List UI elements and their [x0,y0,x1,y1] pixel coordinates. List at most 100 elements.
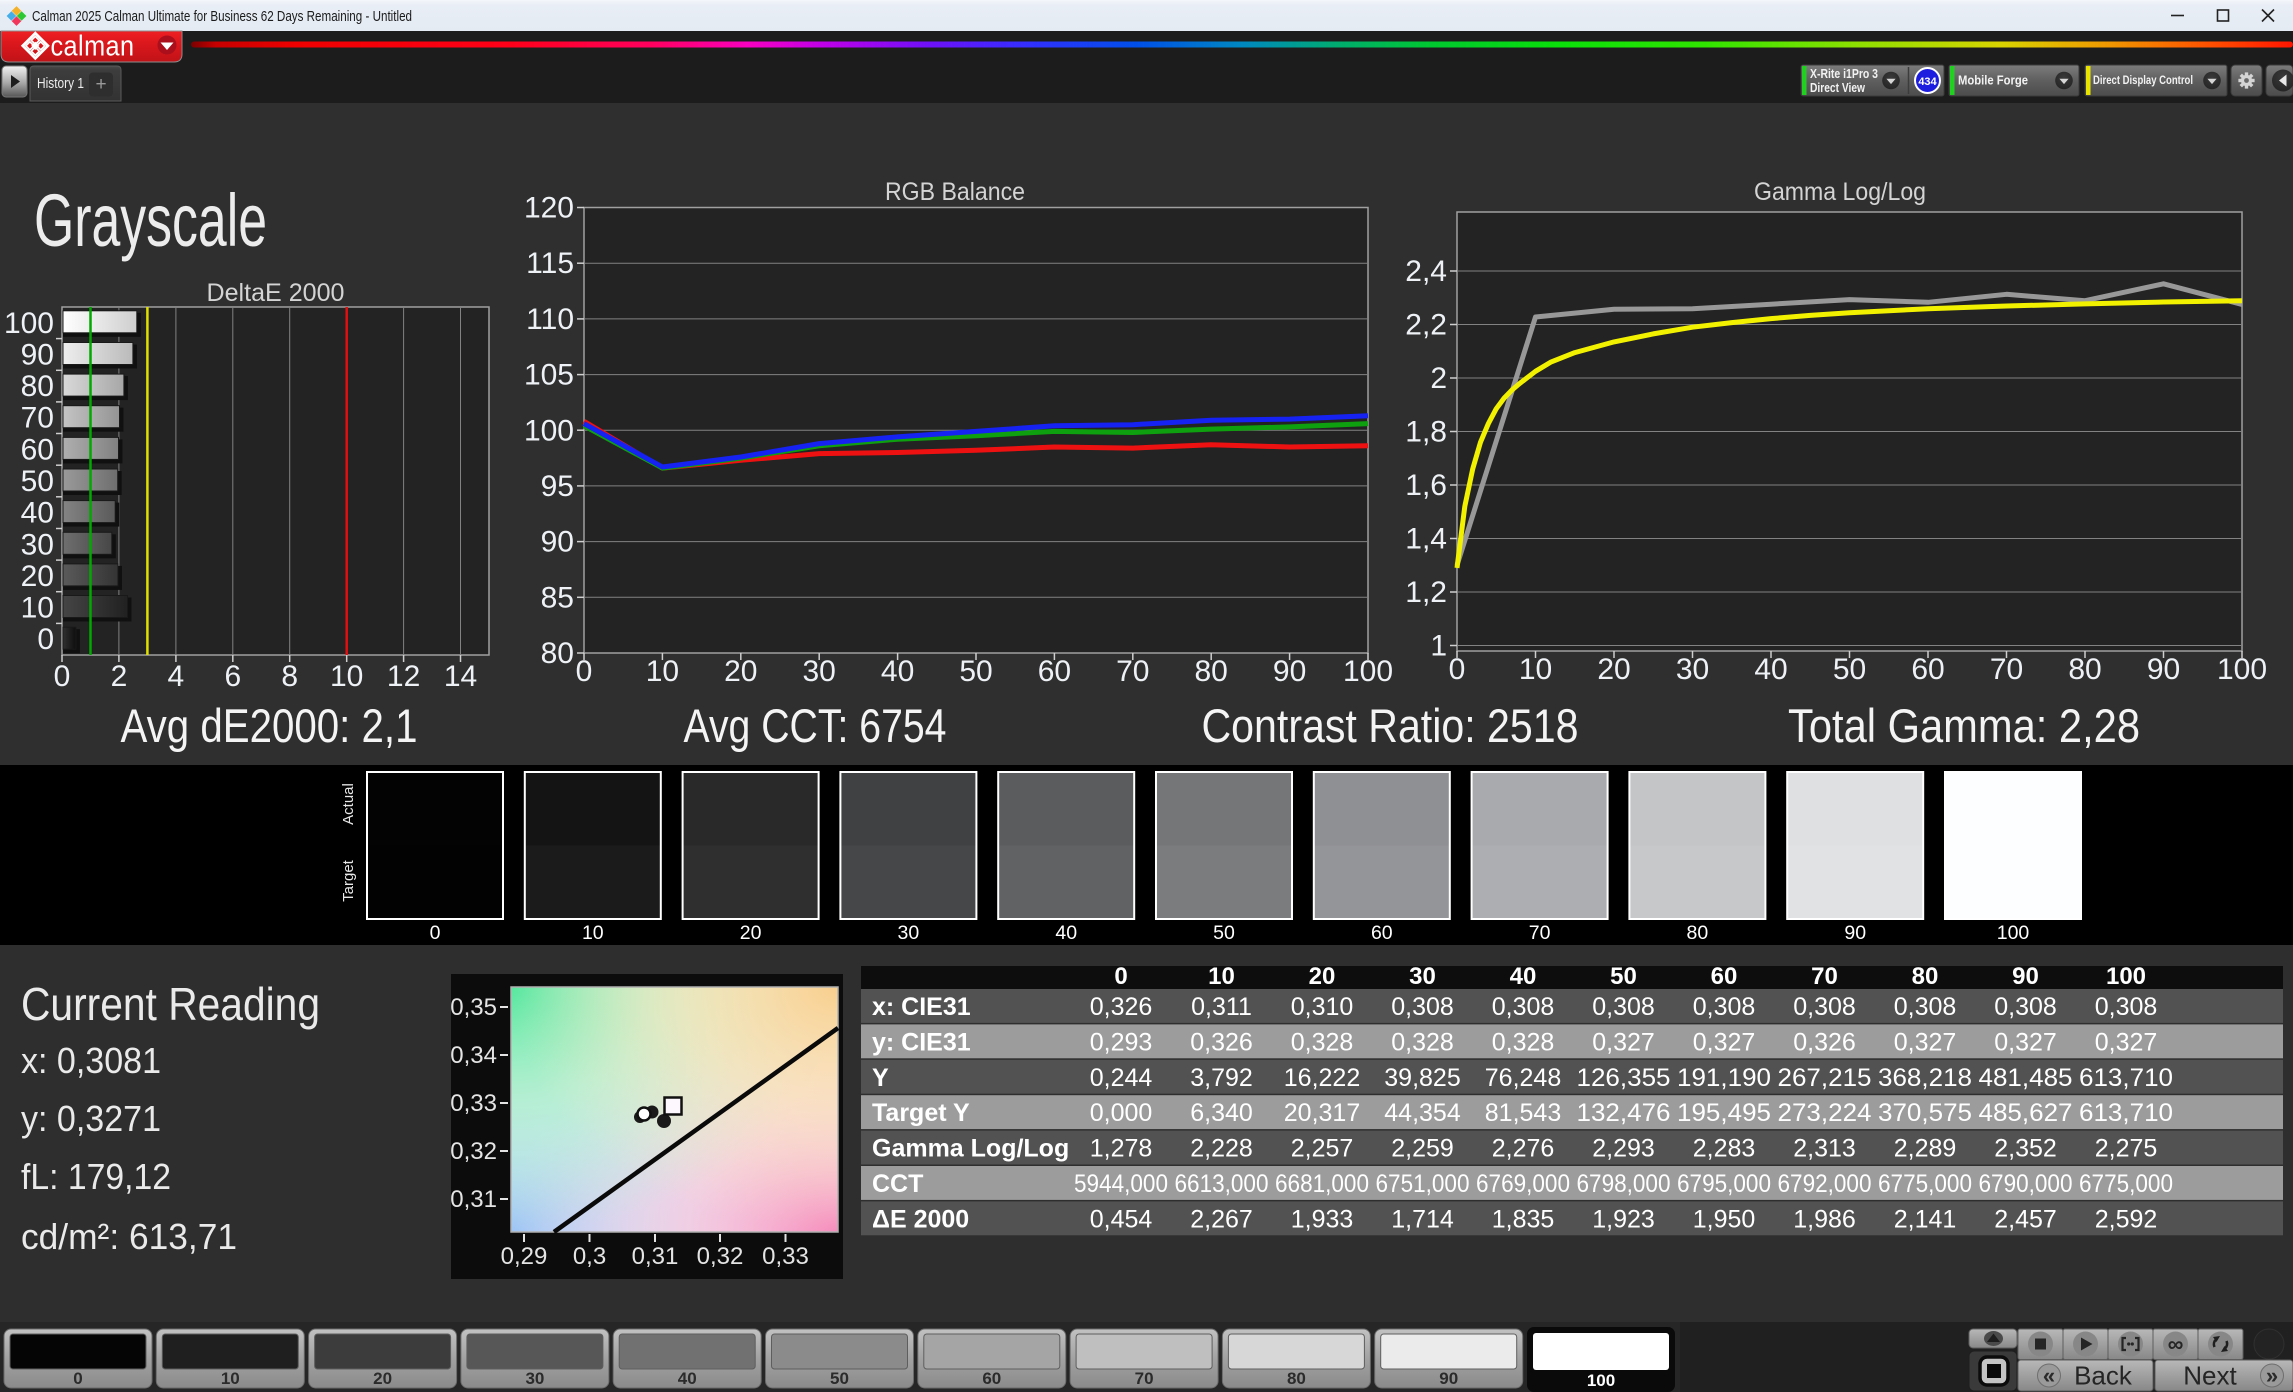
svg-text:RGB Balance: RGB Balance [885,178,1025,206]
svg-text:126,355: 126,355 [1577,1064,1671,1092]
svg-text:60: 60 [21,433,54,466]
svg-text:1,933: 1,933 [1291,1205,1354,1233]
svg-text:0,308: 0,308 [1592,993,1655,1021]
svg-text:80: 80 [1912,963,1939,990]
svg-text:10: 10 [221,1369,240,1388]
svg-text:80: 80 [21,370,54,403]
svg-text:ΔE 2000: ΔE 2000 [872,1205,969,1233]
svg-text:x: CIE31: x: CIE31 [872,993,971,1021]
svg-text:0,308: 0,308 [1492,993,1555,1021]
svg-text:20: 20 [740,922,762,944]
svg-text:6681,000: 6681,000 [1275,1170,1369,1198]
svg-text:2,275: 2,275 [2095,1135,2158,1163]
svg-text:6798,000: 6798,000 [1577,1170,1671,1198]
svg-text:0,327: 0,327 [1994,1028,2057,1056]
svg-text:100: 100 [1997,922,2030,944]
svg-text:50: 50 [21,465,54,498]
svg-text:Calman 2025 Calman Ultimate fo: Calman 2025 Calman Ultimate for Business… [32,8,412,25]
svg-text:y: 0,3271: y: 0,3271 [21,1098,161,1139]
svg-text:6775,000: 6775,000 [2079,1170,2173,1198]
svg-text:40: 40 [1055,922,1077,944]
svg-text:Back: Back [2074,1361,2133,1391]
svg-text:10: 10 [582,922,604,944]
svg-text:0,000: 0,000 [1090,1099,1153,1127]
svg-text:2,276: 2,276 [1492,1135,1555,1163]
svg-text:50: 50 [1213,922,1235,944]
svg-text:Current Reading: Current Reading [21,978,320,1030]
svg-text:368,218: 368,218 [1878,1064,1972,1092]
svg-text:195,495: 195,495 [1677,1099,1771,1127]
svg-text:0,308: 0,308 [1693,993,1756,1021]
svg-text:90: 90 [2012,963,2039,990]
svg-text:0,327: 0,327 [1894,1028,1957,1056]
svg-text:2,352: 2,352 [1994,1135,2057,1163]
svg-text:«: « [2043,1363,2055,1388]
svg-text:100: 100 [2106,963,2146,990]
svg-text:76,248: 76,248 [1485,1064,1561,1092]
svg-text:40: 40 [1510,963,1537,990]
svg-text:115: 115 [526,247,574,280]
svg-text:0: 0 [1114,963,1127,990]
svg-text:3,792: 3,792 [1190,1064,1253,1092]
svg-text:2,293: 2,293 [1592,1135,1655,1163]
svg-text:1,4: 1,4 [1405,523,1447,556]
svg-text:0,326: 0,326 [1090,993,1153,1021]
svg-text:105: 105 [524,359,574,392]
svg-text:0,327: 0,327 [1693,1028,1756,1056]
svg-text:fL: 179,12: fL: 179,12 [21,1156,171,1197]
svg-text:2,289: 2,289 [1894,1135,1957,1163]
svg-text:0,326: 0,326 [1793,1028,1856,1056]
svg-text:DeltaE 2000: DeltaE 2000 [207,279,345,307]
svg-text:0,310: 0,310 [1291,993,1354,1021]
svg-text:0,29: 0,29 [501,1243,548,1270]
svg-text:90: 90 [1844,922,1866,944]
svg-text:Avg CCT: 6754: Avg CCT: 6754 [684,699,947,752]
svg-text:2,457: 2,457 [1994,1205,2057,1233]
svg-text:0,3: 0,3 [573,1243,606,1270]
svg-text:481,485: 481,485 [1979,1064,2073,1092]
svg-text:267,215: 267,215 [1778,1064,1872,1092]
svg-text:0,327: 0,327 [2095,1028,2158,1056]
svg-text:613,710: 613,710 [2079,1064,2173,1092]
svg-text:2,141: 2,141 [1894,1205,1957,1233]
svg-text:2: 2 [111,660,128,693]
svg-text:90: 90 [1439,1369,1458,1388]
svg-text:40: 40 [678,1369,697,1388]
svg-text:Grayscale: Grayscale [34,179,267,262]
svg-text:Gamma Log/Log: Gamma Log/Log [872,1135,1069,1163]
svg-text:+: + [95,74,106,95]
svg-text:5944,000: 5944,000 [1074,1170,1168,1198]
svg-text:70: 70 [1135,1369,1154,1388]
svg-text:90: 90 [21,338,54,371]
svg-text:2,228: 2,228 [1190,1135,1253,1163]
svg-text:0: 0 [37,623,54,656]
svg-text:6795,000: 6795,000 [1677,1170,1771,1198]
svg-text:2: 2 [1430,362,1447,395]
svg-text:85: 85 [541,581,574,614]
svg-text:0,308: 0,308 [2095,993,2158,1021]
svg-text:10: 10 [330,660,363,693]
svg-text:Actual: Actual [340,783,357,825]
svg-text:6790,000: 6790,000 [1979,1170,2073,1198]
svg-text:1,278: 1,278 [1090,1135,1153,1163]
svg-text:Target: Target [340,859,357,902]
svg-text:1,714: 1,714 [1391,1205,1454,1233]
svg-text:6751,000: 6751,000 [1376,1170,1470,1198]
svg-text:Target Y: Target Y [872,1099,970,1127]
svg-text:100: 100 [524,414,574,447]
svg-text:2,257: 2,257 [1291,1135,1354,1163]
svg-text:80: 80 [541,637,574,670]
svg-text:8: 8 [281,660,298,693]
svg-text:80: 80 [1287,1369,1306,1388]
svg-text:2,259: 2,259 [1391,1135,1454,1163]
svg-text:120: 120 [524,192,574,225]
svg-text:Total Gamma: 2,28: Total Gamma: 2,28 [1788,699,2140,752]
svg-text:191,190: 191,190 [1677,1064,1771,1092]
svg-text:Contrast Ratio: 2518: Contrast Ratio: 2518 [1202,699,1579,752]
svg-text:81,543: 81,543 [1485,1099,1561,1127]
svg-text:0: 0 [54,660,71,693]
svg-text:14: 14 [444,660,477,693]
svg-text:613,710: 613,710 [2079,1099,2173,1127]
svg-text:50: 50 [1610,963,1637,990]
svg-text:0,293: 0,293 [1090,1028,1153,1056]
